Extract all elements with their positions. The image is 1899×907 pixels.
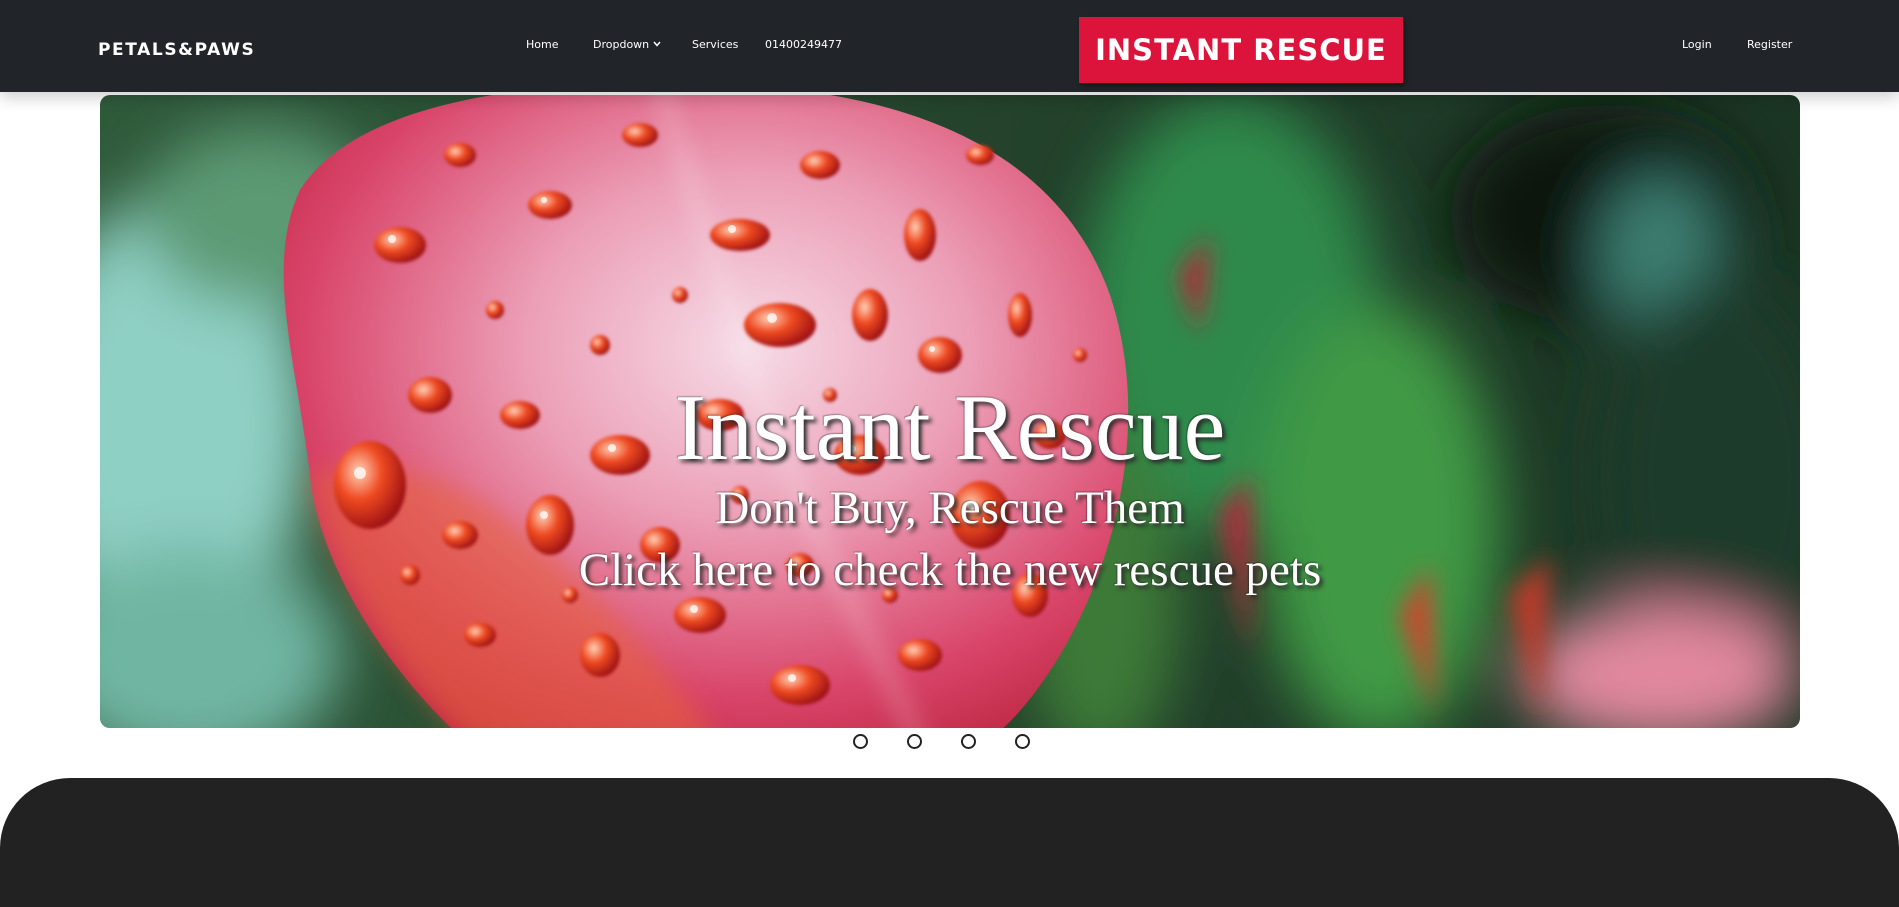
carousel-indicators xyxy=(0,734,1899,750)
chevron-down-icon xyxy=(653,41,661,47)
nav-services-link[interactable]: Services xyxy=(692,38,738,51)
hero-rescue-pets-link[interactable]: Click here to check the new rescue pets xyxy=(100,543,1800,597)
instant-rescue-button[interactable]: INSTANT RESCUE xyxy=(1079,17,1403,83)
carousel-indicator-1[interactable] xyxy=(853,734,868,749)
dark-content-section xyxy=(0,778,1899,907)
carousel-indicator-2[interactable] xyxy=(907,734,922,749)
nav-dropdown-label: Dropdown xyxy=(593,38,650,51)
hero-carousel[interactable]: Instant Rescue Don't Buy, Rescue Them Cl… xyxy=(100,95,1800,728)
nav-phone-link[interactable]: 01400249477 xyxy=(765,38,842,51)
nav-login-link[interactable]: Login xyxy=(1682,38,1712,51)
carousel-indicator-4[interactable] xyxy=(1015,734,1030,749)
hero-subtitle: Don't Buy, Rescue Them xyxy=(715,482,1185,534)
nav-dropdown-toggle[interactable]: Dropdown xyxy=(593,38,661,51)
nav-register-link[interactable]: Register xyxy=(1747,38,1792,51)
top-navbar: PETALS&PAWS Home Dropdown Services 01400… xyxy=(0,0,1899,92)
brand-logo[interactable]: PETALS&PAWS xyxy=(98,40,255,60)
carousel-indicator-3[interactable] xyxy=(961,734,976,749)
nav-home-link[interactable]: Home xyxy=(526,38,558,51)
hero-title: Instant Rescue xyxy=(674,376,1226,480)
